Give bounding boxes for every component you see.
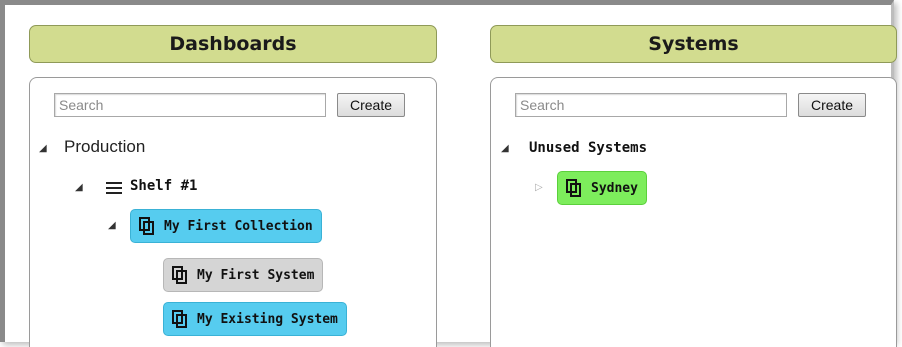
collection-label: My First Collection bbox=[164, 218, 313, 234]
dashboards-create-button[interactable]: Create bbox=[337, 93, 405, 117]
dashboards-panel: Create ◢ Production ◢ Shelf #1 ◢ My Firs… bbox=[29, 77, 437, 347]
system-label: My First System bbox=[197, 267, 315, 283]
tree-node-production[interactable]: Production bbox=[64, 137, 145, 157]
copy-icon bbox=[172, 310, 188, 328]
systems-header: Systems bbox=[490, 25, 897, 63]
collapse-icon[interactable]: ◢ bbox=[108, 221, 116, 231]
create-button-label: Create bbox=[349, 97, 393, 113]
tree-node-sydney[interactable]: Sydney bbox=[557, 171, 647, 205]
systems-search-input[interactable] bbox=[515, 93, 787, 117]
copy-icon bbox=[566, 179, 582, 197]
systems-title: Systems bbox=[648, 33, 739, 55]
expand-icon[interactable]: ▷ bbox=[535, 183, 543, 193]
tree-node-shelf[interactable]: Shelf #1 bbox=[130, 178, 197, 194]
sydney-label: Sydney bbox=[591, 180, 638, 196]
dashboards-title: Dashboards bbox=[169, 33, 297, 55]
collapse-icon[interactable]: ◢ bbox=[501, 144, 509, 154]
systems-panel: Create ◢ Unused Systems ▷ Sydney bbox=[490, 77, 897, 347]
collapse-icon[interactable]: ◢ bbox=[39, 144, 47, 154]
copy-icon bbox=[139, 217, 155, 235]
collapse-icon[interactable]: ◢ bbox=[75, 183, 83, 193]
hamburger-icon bbox=[106, 182, 122, 194]
app-frame: Dashboards Create ◢ Production ◢ Shelf #… bbox=[0, 0, 897, 347]
create-button-label: Create bbox=[810, 97, 854, 113]
dashboards-header: Dashboards bbox=[29, 25, 437, 63]
tree-node-collection[interactable]: My First Collection bbox=[130, 209, 322, 243]
copy-icon bbox=[172, 266, 188, 284]
system-label: My Existing System bbox=[197, 311, 338, 327]
tree-node-system[interactable]: My Existing System bbox=[163, 302, 347, 336]
tree-node-unused-systems[interactable]: Unused Systems bbox=[529, 140, 647, 156]
dashboards-search-input[interactable] bbox=[54, 93, 326, 117]
tree-node-system[interactable]: My First System bbox=[163, 258, 324, 292]
systems-create-button[interactable]: Create bbox=[798, 93, 866, 117]
